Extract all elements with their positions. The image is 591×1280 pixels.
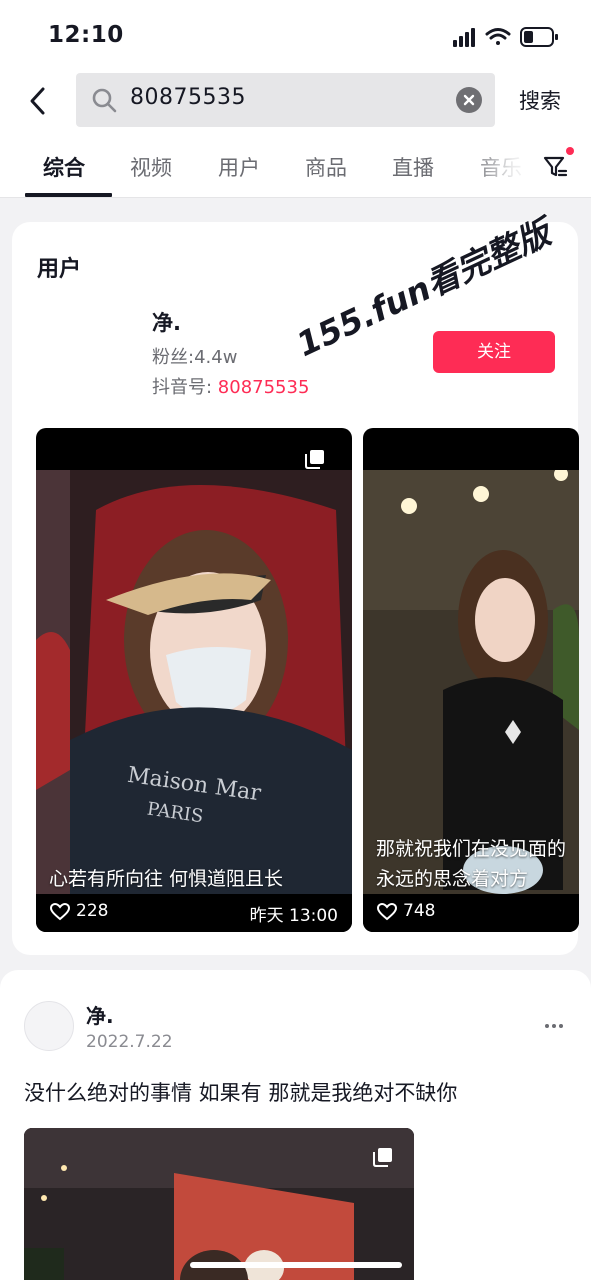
like-count: 228	[76, 901, 109, 921]
post-media[interactable]	[24, 1128, 414, 1280]
multi-image-icon	[373, 1148, 392, 1167]
follower-count: 粉丝:4.4w	[152, 347, 238, 368]
video-meta: 228 昨天 13:00	[36, 894, 352, 932]
more-icon[interactable]	[544, 1016, 564, 1036]
post-text: 没什么绝对的事情 如果有 那就是我绝对不缺你	[24, 1081, 458, 1105]
video-meta: 748	[363, 894, 579, 932]
notification-dot	[566, 147, 574, 155]
user-id-value: 80875535	[217, 377, 310, 398]
like-count: 748	[403, 901, 436, 921]
clear-icon[interactable]	[456, 87, 482, 113]
wifi-icon	[485, 28, 511, 45]
avatar[interactable]	[24, 1001, 74, 1051]
video-thumbnail: Maison Mar PARIS	[36, 470, 352, 918]
filter-icon[interactable]	[542, 154, 568, 180]
follow-button[interactable]: 关注	[433, 331, 555, 373]
search-query[interactable]: 80875535	[130, 85, 246, 110]
user-id-label: 抖音号:	[152, 377, 218, 398]
video-time: 昨天 13:00	[249, 906, 338, 926]
post-author[interactable]: 净.	[86, 1000, 114, 1029]
tab-all[interactable]: 综合	[43, 152, 85, 182]
status-icons	[453, 27, 558, 47]
back-icon[interactable]	[22, 84, 56, 118]
divider	[0, 197, 591, 198]
tab-users[interactable]: 用户	[218, 152, 260, 182]
user-name[interactable]: 净.	[152, 307, 181, 337]
video-card[interactable]: 那就祝我们在没见面的 永远的思念着对方 748	[363, 428, 579, 932]
status-time: 12:10	[48, 22, 124, 48]
signal-icon	[453, 28, 475, 47]
user-id: 抖音号: 80875535	[152, 373, 309, 399]
video-card[interactable]: Maison Mar PARIS 心若有所向往 何惧道阻且长 228 昨天 13…	[36, 428, 352, 932]
home-indicator	[190, 1262, 402, 1268]
multi-image-icon	[305, 450, 324, 469]
video-caption: 心若有所向往 何惧道阻且长	[49, 868, 284, 890]
section-title: 用户	[37, 257, 82, 282]
video-caption: 那就祝我们在没见面的	[376, 838, 567, 860]
battery-icon	[520, 27, 558, 47]
tab-products[interactable]: 商品	[305, 152, 347, 182]
heart-icon	[50, 903, 70, 921]
post-image	[24, 1128, 414, 1280]
video-caption: 永远的思念着对方	[376, 868, 529, 890]
search-button[interactable]: 搜索	[519, 85, 561, 115]
heart-icon	[377, 903, 397, 921]
tab-videos[interactable]: 视频	[130, 152, 172, 182]
search-icon	[92, 88, 117, 113]
tab-live[interactable]: 直播	[392, 152, 434, 182]
post-date: 2022.7.22	[86, 1032, 173, 1052]
